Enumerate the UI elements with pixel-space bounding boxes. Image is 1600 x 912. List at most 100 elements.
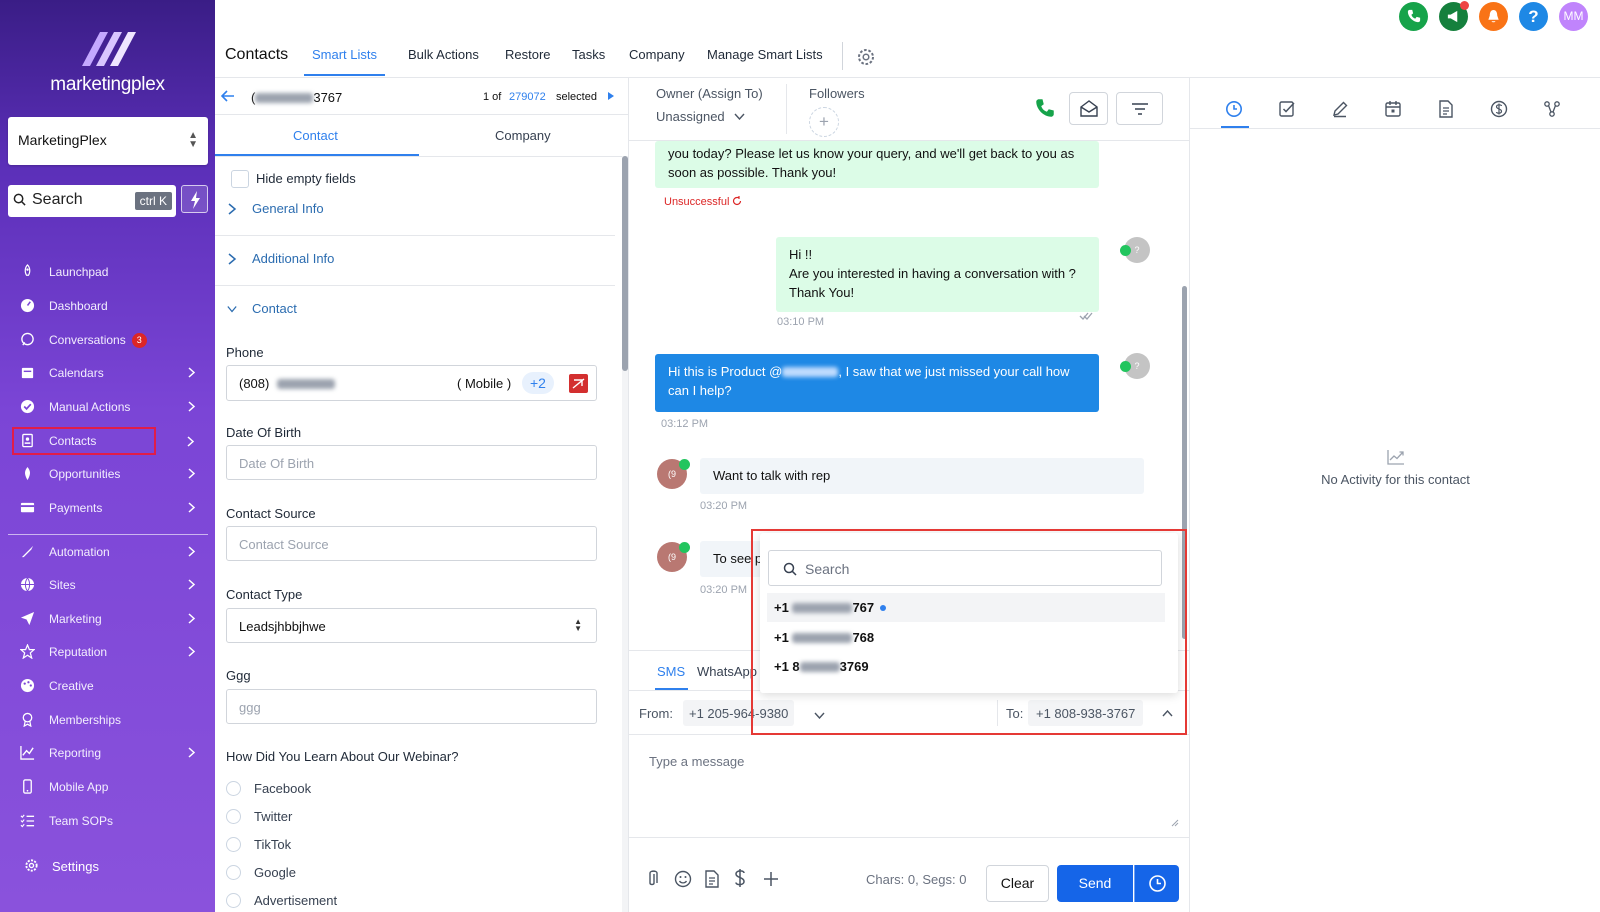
settings-gear-icon[interactable] xyxy=(856,47,876,67)
tab-contact[interactable]: Contact xyxy=(293,128,338,143)
section-contact[interactable]: Contact xyxy=(215,301,615,316)
chevron-right-icon xyxy=(188,502,196,513)
hide-empty-label: Hide empty fields xyxy=(256,171,356,186)
activity-clock-icon[interactable] xyxy=(1225,100,1243,118)
owner-select[interactable]: Unassigned xyxy=(656,109,745,124)
sidebar-item-launchpad[interactable]: Launchpad xyxy=(12,258,208,286)
contact-nav-row: (3767 1 of 279072 selected xyxy=(215,78,628,115)
calendar-icon[interactable] xyxy=(1384,100,1402,118)
channel-tab-sms[interactable]: SMS xyxy=(657,664,685,679)
tab-bulk-actions[interactable]: Bulk Actions xyxy=(408,47,479,62)
gauge-icon xyxy=(20,298,35,313)
radio-circle xyxy=(226,837,241,852)
hide-empty-checkbox[interactable] xyxy=(231,170,249,188)
section-general-info[interactable]: General Info xyxy=(215,201,615,216)
pencil-note-icon[interactable] xyxy=(1331,100,1349,118)
contact-type-select[interactable]: Leadsjhbbjhwe ▲ ▼ xyxy=(226,608,597,643)
help-button[interactable]: ? xyxy=(1519,2,1548,31)
more-phones-badge[interactable]: +2 xyxy=(522,372,554,394)
section-title: Additional Info xyxy=(252,251,335,266)
unread-badge: 3 xyxy=(131,333,147,348)
dnd-phone-icon[interactable] xyxy=(569,374,588,393)
sidebar-item-mobile-app[interactable]: Mobile App xyxy=(12,773,208,801)
section-title: General Info xyxy=(252,201,324,216)
attachment-icon[interactable] xyxy=(645,870,659,888)
email-button[interactable] xyxy=(1069,92,1108,125)
chevron-down-icon xyxy=(227,306,237,313)
contact-source-input[interactable]: Contact Source xyxy=(226,526,597,561)
workflow-nodes-icon[interactable] xyxy=(1543,100,1561,118)
pager-total[interactable]: 279072 xyxy=(509,91,546,103)
resize-handle-icon[interactable] xyxy=(1171,819,1179,827)
phone-type: ( Mobile ) xyxy=(457,376,512,391)
sidebar-item-manual-actions[interactable]: Manual Actions xyxy=(12,393,208,421)
back-arrow-icon[interactable] xyxy=(221,90,235,102)
tab-company-details[interactable]: Company xyxy=(495,128,551,143)
plus-icon[interactable] xyxy=(763,871,779,887)
sidebar-item-opportunities[interactable]: Opportunities xyxy=(12,460,208,488)
ggg-input[interactable]: ggg xyxy=(226,689,597,724)
tab-tasks[interactable]: Tasks xyxy=(572,47,605,62)
phone-field[interactable]: (808) ( Mobile ) +2 xyxy=(226,365,597,401)
radio-twitter[interactable]: Twitter xyxy=(226,809,292,824)
tab-restore[interactable]: Restore xyxy=(505,47,551,62)
add-follower-button[interactable]: + xyxy=(809,107,839,137)
sidebar-item-calendars[interactable]: Calendars xyxy=(12,359,208,387)
radio-facebook[interactable]: Facebook xyxy=(226,781,311,796)
chat-bubble-icon xyxy=(21,332,34,346)
dollar-circle-icon[interactable] xyxy=(1490,100,1508,118)
list-checks-icon xyxy=(20,814,35,828)
document-icon[interactable] xyxy=(1437,100,1455,118)
sidebar-item-memberships[interactable]: Memberships xyxy=(12,706,208,734)
notifications-button[interactable] xyxy=(1479,2,1508,31)
sidebar-item-contacts[interactable]: Contacts xyxy=(12,427,156,455)
sidebar-item-sites[interactable]: Sites xyxy=(12,571,208,599)
task-checkbox-icon[interactable] xyxy=(1278,100,1296,118)
highlight-annotation-box xyxy=(751,529,1187,735)
tab-manage-smart-lists[interactable]: Manage Smart Lists xyxy=(707,47,823,62)
sidebar-item-label: Conversations xyxy=(49,333,126,347)
channel-tab-whatsapp[interactable]: WhatsApp xyxy=(697,664,757,679)
account-switcher[interactable]: MarketingPlex ▲ ▼ xyxy=(8,117,208,165)
sidebar-item-reputation[interactable]: Reputation xyxy=(12,638,208,666)
chevron-right-icon xyxy=(228,203,237,215)
message-textarea[interactable]: Type a message xyxy=(637,738,1181,830)
tab-company[interactable]: Company xyxy=(629,47,685,62)
tab-smart-lists[interactable]: Smart Lists xyxy=(304,47,386,76)
call-phone-icon[interactable] xyxy=(1035,98,1055,118)
user-avatar[interactable]: MM xyxy=(1559,2,1588,31)
sidebar-item-payments[interactable]: Payments xyxy=(12,494,208,522)
dollar-icon[interactable] xyxy=(734,868,746,888)
radio-tiktok[interactable]: TikTok xyxy=(226,837,291,852)
sidebar-item-creative[interactable]: Creative xyxy=(12,672,208,700)
filter-messages-button[interactable] xyxy=(1116,92,1163,125)
phone-call-button[interactable] xyxy=(1399,2,1428,31)
message-line: Hi !! xyxy=(789,247,813,262)
section-additional-info[interactable]: Additional Info xyxy=(215,251,615,266)
sidebar-item-automation[interactable]: Automation xyxy=(12,538,208,566)
radio-advertisement[interactable]: Advertisement xyxy=(226,893,337,908)
sidebar-item-dashboard[interactable]: Dashboard xyxy=(12,292,208,320)
clear-button[interactable]: Clear xyxy=(986,865,1049,902)
scrollbar-thumb[interactable] xyxy=(622,156,628,371)
send-button[interactable]: Send xyxy=(1057,865,1133,902)
sidebar-item-team-sops[interactable]: Team SOPs xyxy=(12,807,208,835)
sidebar-item-marketing[interactable]: Marketing xyxy=(12,605,208,633)
quick-actions-button[interactable] xyxy=(181,185,208,213)
schedule-send-button[interactable] xyxy=(1134,865,1179,902)
chevron-right-icon xyxy=(188,401,196,412)
emoji-icon[interactable] xyxy=(674,870,692,888)
radio-google[interactable]: Google xyxy=(226,865,296,880)
template-document-icon[interactable] xyxy=(704,870,720,888)
composer-divider xyxy=(629,837,1189,838)
dob-input[interactable]: Date Of Birth xyxy=(226,445,597,480)
sidebar-item-conversations[interactable]: Conversations 3 xyxy=(12,326,208,354)
sidebar-item-label: Manual Actions xyxy=(49,400,131,414)
check-circle-icon xyxy=(20,399,35,414)
sidebar-item-settings[interactable]: Settings xyxy=(12,852,208,880)
message-status-failed[interactable]: Unsuccessful xyxy=(664,196,742,208)
announcements-button[interactable] xyxy=(1439,1,1469,31)
next-contact-icon[interactable] xyxy=(608,92,614,100)
sidebar-search[interactable]: Search ctrl K xyxy=(8,185,176,217)
sidebar-item-reporting[interactable]: Reporting xyxy=(12,739,208,767)
